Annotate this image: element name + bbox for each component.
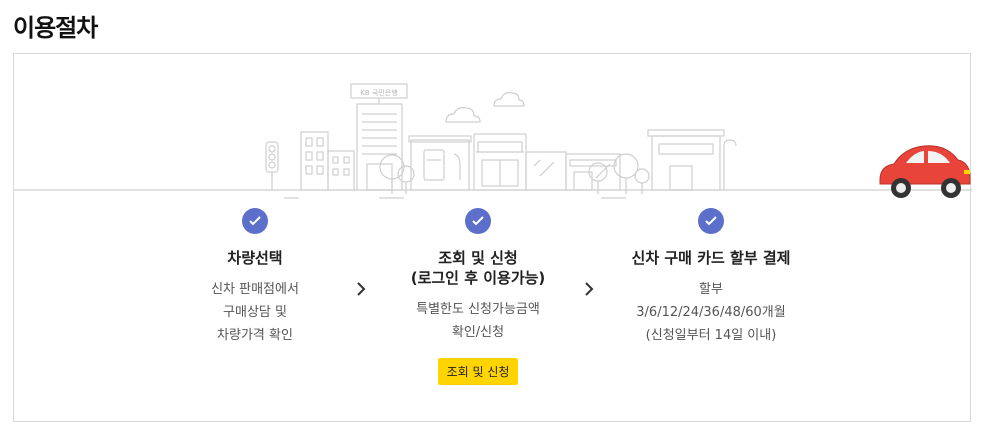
step-desc-line: (신청일부터 14일 이내) [645,328,777,343]
step-desc-line: 할부 [699,282,723,297]
step-card-installment-payment: 신차 구매 카드 할부 결제 할부 3/6/12/24/36/48/60개월 (… [611,208,811,347]
step-title-line: 조회 및 신청 [438,249,518,267]
step-description: 특별한도 신청가능금액 확인/신청 [378,298,578,344]
step-desc-line: 신차 판매점에서 [211,282,299,297]
step-desc-line: 3/6/12/24/36/48/60개월 [636,305,786,320]
step-desc-line: 확인/신청 [451,325,505,340]
check-icon [465,208,491,234]
inquiry-apply-button[interactable]: 조회 및 신청 [437,358,519,385]
page-title: 이용절차 [13,14,98,42]
check-icon [242,208,268,234]
step-title: 조회 및 신청 (로그인 후 이용가능) [378,248,578,288]
check-icon [698,208,724,234]
bank-sign-text: KB 국민은행 [360,88,397,97]
step-inquiry-application: 조회 및 신청 (로그인 후 이용가능) 특별한도 신청가능금액 확인/신청 조… [378,208,578,385]
step-desc-line: 구매상담 및 [223,305,287,320]
step-title-subline: (로그인 후 이용가능) [410,269,546,287]
step-description: 신차 판매점에서 구매상담 및 차량가격 확인 [155,278,355,347]
step-description: 할부 3/6/12/24/36/48/60개월 (신청일부터 14일 이내) [611,278,811,347]
city-illustration: KB 국민은행 [14,83,972,199]
step-vehicle-selection: 차량선택 신차 판매점에서 구매상담 및 차량가격 확인 [155,208,355,347]
step-title: 차량선택 [227,249,283,267]
chevron-right-icon [585,282,594,296]
step-desc-line: 특별한도 신청가능금액 [416,302,540,317]
step-title: 신차 구매 카드 할부 결제 [631,249,791,267]
procedure-panel: KB 국민은행 차량선택 신차 판매점에서 구매상담 및 차량가격 확인 조회 … [13,53,972,422]
chevron-right-icon [357,282,366,296]
step-desc-line: 차량가격 확인 [217,328,293,343]
